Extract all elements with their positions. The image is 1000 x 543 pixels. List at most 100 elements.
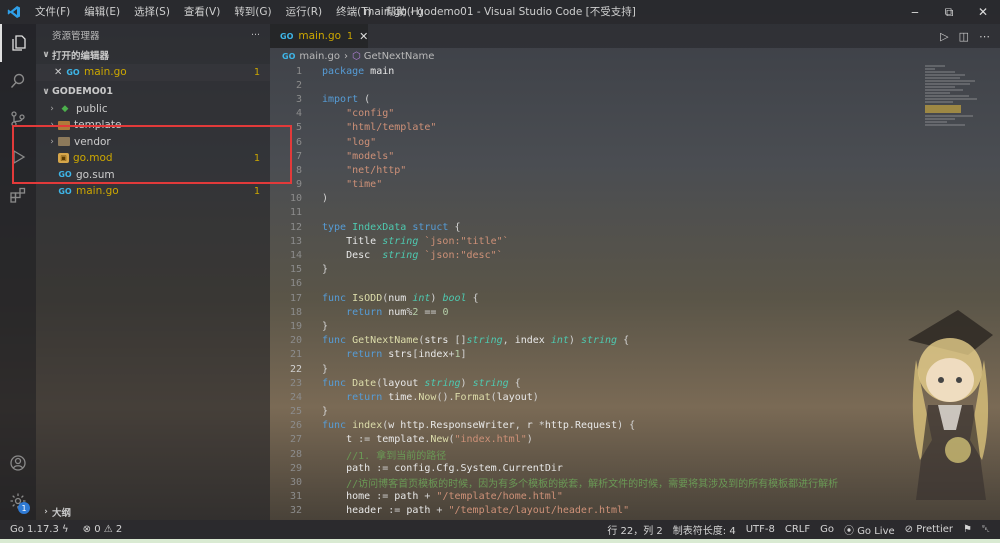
close-icon[interactable]: ✕ bbox=[359, 30, 368, 43]
code-line[interactable]: 31 home := path + "/template/home.html" bbox=[270, 490, 920, 504]
outline-header[interactable]: › 大纲 bbox=[36, 504, 270, 520]
search-icon[interactable] bbox=[0, 62, 36, 100]
code-text: t := template.New("index.html") bbox=[310, 434, 533, 445]
code-line[interactable]: 12 type IndexData struct { bbox=[270, 220, 920, 234]
explorer-icon[interactable] bbox=[0, 24, 36, 62]
code-line[interactable]: 21 return strs[index+1] bbox=[270, 348, 920, 362]
code-token: return bbox=[346, 391, 389, 403]
line-number: 29 bbox=[289, 462, 302, 474]
code-line[interactable]: 14 Desc string `json:"desc"` bbox=[270, 248, 920, 262]
code-token: header bbox=[346, 505, 389, 517]
split-editor-icon[interactable]: ◫ bbox=[959, 30, 969, 43]
code-text: } bbox=[310, 406, 328, 417]
code-line[interactable]: 26 func index(w http.ResponseWriter, r *h… bbox=[270, 419, 920, 433]
code-token: `json:"title"` bbox=[424, 235, 509, 247]
menu-run[interactable]: 运行(R) bbox=[279, 0, 330, 24]
code-line[interactable]: 19} bbox=[270, 319, 920, 333]
code-line[interactable]: 18 return num%2 == 0 bbox=[270, 305, 920, 319]
line-number: 11 bbox=[289, 207, 302, 219]
code-line[interactable]: 11 bbox=[270, 206, 920, 220]
menu-view[interactable]: 查看(V) bbox=[177, 0, 227, 24]
menu-help[interactable]: 帮助(H) bbox=[379, 0, 430, 24]
code-text: "net/http" bbox=[310, 165, 406, 176]
prettier-status[interactable]: ⊘ Prettier bbox=[905, 524, 953, 535]
code-line[interactable]: 2 bbox=[270, 78, 920, 92]
more-actions-icon[interactable]: ··· bbox=[251, 30, 260, 41]
code-line[interactable]: 29 path := config.Cfg.System.CurrentDir bbox=[270, 461, 920, 475]
minimize-icon[interactable]: ‒ bbox=[898, 0, 932, 24]
eol-status[interactable]: CRLF bbox=[785, 524, 810, 535]
code-line[interactable]: 13 Title string `json:"title"` bbox=[270, 234, 920, 248]
code-line[interactable]: 5 "html/template" bbox=[270, 121, 920, 135]
notifications-bell-icon[interactable]: ␇ bbox=[982, 524, 990, 535]
breadcrumb-file[interactable]: main.go bbox=[299, 51, 340, 62]
code-line[interactable]: 22} bbox=[270, 362, 920, 376]
code-line[interactable]: 17 func IsODD(num int) bool { bbox=[270, 291, 920, 305]
code-line[interactable]: 20 func GetNextName(strs []string, index … bbox=[270, 334, 920, 348]
code-line[interactable]: 1 package main bbox=[270, 64, 920, 78]
close-icon[interactable]: ✕ bbox=[54, 67, 66, 78]
code-line[interactable]: 4 "config" bbox=[270, 107, 920, 121]
go-live-status[interactable]: ⦿ Go Live bbox=[844, 522, 895, 537]
chevron-down-icon: ∨ bbox=[42, 50, 50, 60]
code-line[interactable]: 16 bbox=[270, 277, 920, 291]
more-actions-icon[interactable]: ⋯ bbox=[979, 30, 990, 43]
feedback-icon[interactable]: ⚑ bbox=[963, 524, 972, 535]
account-icon[interactable] bbox=[0, 444, 36, 482]
menu-selection[interactable]: 选择(S) bbox=[127, 0, 177, 24]
code-line[interactable]: 25} bbox=[270, 405, 920, 419]
code-text: } bbox=[310, 264, 328, 275]
menu-file[interactable]: 文件(F) bbox=[28, 0, 77, 24]
code-line[interactable]: 24 return time.Now().Format(layout) bbox=[270, 390, 920, 404]
code-line[interactable]: 27 t := template.New("index.html") bbox=[270, 433, 920, 447]
cursor-position-status[interactable]: 行 22，列 2 bbox=[607, 522, 662, 537]
code-token: := bbox=[388, 505, 407, 517]
tree-item-public[interactable]: › ◆ public bbox=[36, 101, 270, 118]
tab-label: main.go bbox=[298, 30, 342, 42]
code-text: func IsODD(num int) bool { bbox=[310, 293, 479, 304]
code-line[interactable]: 9 "time" bbox=[270, 178, 920, 192]
open-editors-header[interactable]: ∨ 打开的编辑器 bbox=[36, 46, 270, 64]
menu-edit[interactable]: 编辑(E) bbox=[77, 0, 127, 24]
tab-main-go[interactable]: GO main.go 1 ✕ bbox=[270, 24, 368, 48]
restore-icon[interactable]: ⧉ bbox=[932, 0, 966, 24]
code-token: (). bbox=[436, 391, 455, 403]
open-editor-item-main-go[interactable]: ✕ GO main.go 1 bbox=[36, 64, 270, 81]
code-line[interactable]: 10) bbox=[270, 192, 920, 206]
settings-gear-icon[interactable]: 1 bbox=[0, 482, 36, 520]
encoding-status[interactable]: UTF-8 bbox=[746, 524, 775, 535]
language-mode-status[interactable]: Go bbox=[820, 524, 834, 535]
code-token: home bbox=[346, 491, 377, 503]
code-editor[interactable]: 1 package main 2 3 import (4 "config" 5 "html… bbox=[270, 64, 920, 520]
line-number: 13 bbox=[289, 235, 302, 247]
code-line[interactable]: 7 "models" bbox=[270, 149, 920, 163]
code-text: ) bbox=[310, 193, 328, 204]
code-line[interactable]: 28 //1. 拿到当前的路径 bbox=[270, 447, 920, 462]
breadcrumb-symbol[interactable]: GetNextName bbox=[364, 51, 435, 62]
menu-go[interactable]: 转到(G) bbox=[227, 0, 278, 24]
code-token: := bbox=[376, 462, 395, 474]
tree-item-main-go[interactable]: GO main.go 1 bbox=[36, 183, 270, 200]
code-line[interactable]: 6 "log" bbox=[270, 135, 920, 149]
code-line[interactable]: 3 import ( bbox=[270, 92, 920, 106]
problems-status[interactable]: ⊗ 0 ⚠ 2 bbox=[83, 524, 123, 535]
tab-size-status[interactable]: 制表符长度: 4 bbox=[673, 522, 736, 537]
go-version-status[interactable]: Go 1.17.3 ϟ bbox=[10, 524, 69, 535]
code-line[interactable]: 15} bbox=[270, 263, 920, 277]
close-icon[interactable]: ✕ bbox=[966, 0, 1000, 24]
run-icon[interactable]: ▷ bbox=[940, 30, 948, 43]
code-line[interactable]: 23 func Date(layout string) string { bbox=[270, 376, 920, 390]
code-line[interactable]: 32 header := path + "/template/layout/he… bbox=[270, 504, 920, 518]
code-token: strs bbox=[424, 335, 455, 347]
code-token: ) bbox=[430, 292, 443, 304]
minimap[interactable] bbox=[925, 64, 990, 164]
project-header[interactable]: ∨ GODEMO01 bbox=[36, 83, 270, 101]
menu-terminal[interactable]: 终端(T) bbox=[329, 0, 379, 24]
code-text: "models" bbox=[310, 151, 394, 162]
line-number: 10 bbox=[289, 193, 302, 205]
code-line[interactable]: 8 "net/http" bbox=[270, 163, 920, 177]
code-line[interactable]: 30 //访问博客首页模板的时候，因为有多个模板的嵌套，解析文件的时候，需要将其… bbox=[270, 475, 920, 490]
